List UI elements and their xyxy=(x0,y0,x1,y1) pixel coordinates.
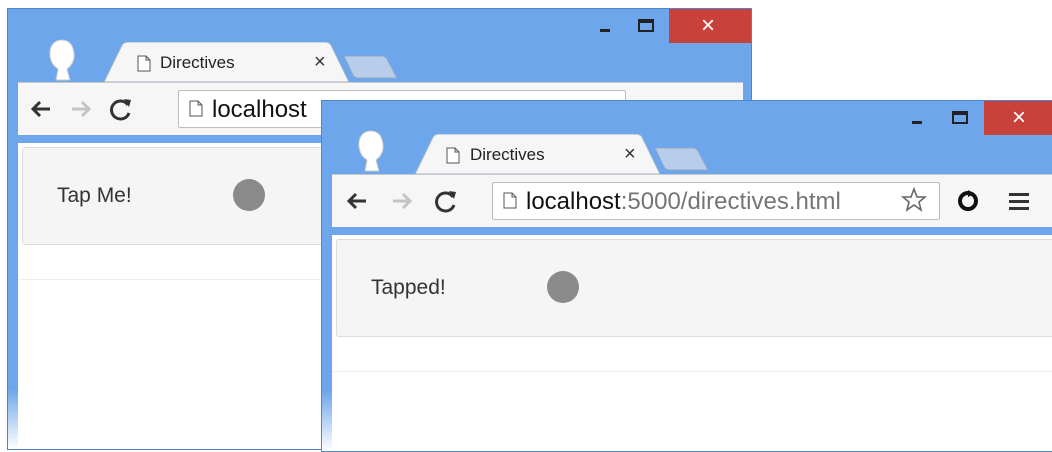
tab-close-button[interactable]: × xyxy=(314,51,326,74)
panel-label: Tap Me! xyxy=(57,184,132,207)
extension-icon[interactable] xyxy=(953,186,983,216)
forward-arrow-icon[interactable] xyxy=(387,186,417,216)
new-tab-button[interactable] xyxy=(655,146,709,172)
url-text: localhost:5000/directives.html xyxy=(526,188,841,216)
back-arrow-icon[interactable] xyxy=(342,186,372,216)
avatar-icon[interactable] xyxy=(46,39,78,81)
page-icon xyxy=(446,147,460,164)
tab-title: Directives xyxy=(160,53,235,72)
new-tab-button[interactable] xyxy=(344,54,398,80)
close-window-button[interactable]: × xyxy=(984,101,1052,135)
back-arrow-icon[interactable] xyxy=(26,94,56,124)
url-rest: :5000/directives.html xyxy=(620,188,841,215)
tap-panel[interactable]: Tapped! xyxy=(336,239,1052,337)
minimize-button[interactable] xyxy=(588,11,624,41)
tab-directives[interactable]: Directives × xyxy=(415,134,660,174)
forward-arrow-icon[interactable] xyxy=(66,94,96,124)
url-text: localhost xyxy=(212,96,307,124)
url-host: localhost xyxy=(212,96,307,123)
page-content: Tapped! xyxy=(332,235,1052,451)
browser-window-front: Directives × × localhost:5000/directives… xyxy=(321,100,1052,452)
reload-icon[interactable] xyxy=(431,186,461,216)
url-host: localhost xyxy=(526,188,621,215)
tab-directives[interactable]: Directives × xyxy=(104,42,349,82)
page-icon xyxy=(189,100,203,117)
toolbar: localhost:5000/directives.html xyxy=(332,174,1052,227)
address-bar[interactable]: localhost:5000/directives.html xyxy=(492,182,940,220)
close-window-button[interactable]: × xyxy=(669,9,751,43)
page-icon xyxy=(503,192,517,209)
reload-icon[interactable] xyxy=(106,94,136,124)
divider xyxy=(332,371,1052,372)
status-circle xyxy=(233,179,265,211)
avatar-icon[interactable] xyxy=(355,130,387,172)
menu-icon[interactable] xyxy=(1004,186,1034,216)
status-circle xyxy=(547,271,579,303)
maximize-button[interactable] xyxy=(942,103,978,133)
close-icon: × xyxy=(701,12,716,39)
tab-title: Directives xyxy=(470,145,545,164)
page-icon xyxy=(137,55,151,72)
panel-label: Tapped! xyxy=(371,276,446,299)
tab-close-button[interactable]: × xyxy=(624,143,636,166)
close-icon: × xyxy=(1012,104,1027,131)
maximize-button[interactable] xyxy=(628,11,664,41)
minimize-button[interactable] xyxy=(900,103,936,133)
star-icon[interactable] xyxy=(901,187,927,213)
